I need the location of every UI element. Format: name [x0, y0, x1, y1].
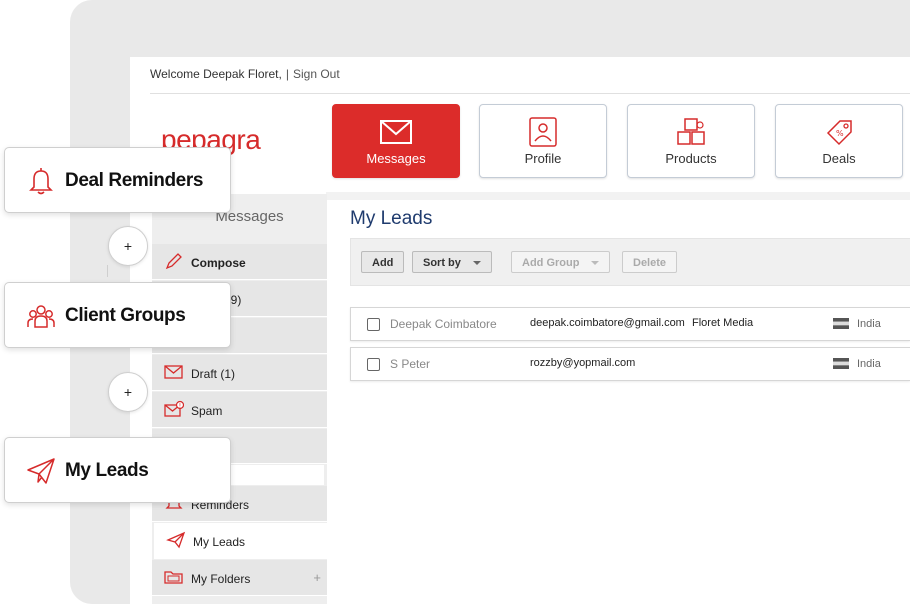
pencil-icon [165, 253, 182, 270]
callout-deal-reminders[interactable]: Deal Reminders [4, 147, 231, 213]
lead-name[interactable]: S Peter [390, 357, 430, 371]
sidebar-item-draft[interactable]: Draft (1) [152, 355, 327, 391]
sort-by-label: Sort by [423, 257, 461, 269]
add-folder-button[interactable]: + [313, 570, 321, 585]
add-group-label: Add Group [522, 257, 580, 269]
india-flag-icon [833, 358, 849, 369]
lead-country: India [857, 358, 881, 370]
sidebar-item-label: My Leads [193, 535, 246, 549]
paper-plane-icon [166, 531, 186, 549]
callout-label: Deal Reminders [65, 170, 204, 191]
svg-text:!: ! [179, 403, 181, 410]
tag-icon: % [826, 120, 852, 146]
sidebar-item-spam[interactable]: ! Spam [152, 392, 327, 428]
tab-messages-label: Messages [366, 151, 426, 166]
lead-email: rozzby@yopmail.com [530, 357, 636, 369]
nav-strip [326, 192, 910, 200]
bell-icon [29, 168, 53, 195]
sidebar: Messages Compose 29) Draft (1) ! Spam Re… [152, 194, 327, 604]
sidebar-item-label: Compose [191, 256, 246, 270]
sidebar-item-my-leads[interactable]: My Leads [154, 523, 327, 559]
sidebar-item-label: Spam [191, 404, 223, 418]
tab-products-label: Products [665, 151, 717, 166]
plus-button[interactable]: + [108, 226, 148, 266]
sidebar-item-compose[interactable]: Compose [152, 244, 327, 280]
profile-icon [529, 117, 557, 147]
sidebar-item-label: Draft (1) [191, 367, 236, 381]
india-flag-icon [833, 318, 849, 329]
callout-label: Client Groups [65, 305, 186, 326]
add-group-button[interactable]: Add Group [511, 251, 611, 273]
sidebar-item-my-folders[interactable]: My Folders + [152, 560, 327, 596]
boxes-icon [677, 118, 705, 145]
row-checkbox[interactable] [367, 318, 380, 331]
sign-out-link[interactable]: Sign Out [293, 67, 340, 81]
paper-plane-icon [27, 458, 55, 484]
callout-label: My Leads [65, 460, 149, 481]
sort-by-button[interactable]: Sort by [412, 251, 492, 273]
tab-deals-label: Deals [822, 151, 856, 166]
welcome-text: Welcome Deepak Floret, [150, 67, 282, 81]
plus-button[interactable]: + [108, 372, 148, 412]
add-button[interactable]: Add [361, 251, 405, 273]
lead-email: deepak.coimbatore@gmail.com [530, 317, 685, 329]
chevron-down-icon [591, 261, 600, 266]
envelope-icon [380, 120, 412, 144]
sidebar-item-label: My Folders [191, 572, 251, 586]
table-row[interactable]: S Peter rozzby@yopmail.com India [350, 347, 910, 381]
top-bar: Welcome Deepak Floret, | Sign Out [150, 67, 340, 81]
lead-country: India [857, 318, 881, 330]
table-row[interactable]: Deepak Coimbatore deepak.coimbatore@gmai… [350, 307, 910, 341]
tab-profile-label: Profile [524, 151, 562, 166]
lead-name[interactable]: Deepak Coimbatore [390, 317, 497, 331]
callout-my-leads[interactable]: My Leads [4, 437, 231, 503]
svg-text:%: % [836, 129, 844, 138]
toolbar: Add Sort by Add Group Delete [350, 238, 910, 286]
folder-icon [164, 571, 183, 584]
header-divider [150, 93, 910, 94]
tab-messages[interactable]: Messages [332, 104, 460, 178]
group-icon [27, 305, 55, 328]
page-title: My Leads [350, 208, 433, 229]
tab-products[interactable]: Products [627, 104, 755, 178]
row-checkbox[interactable] [367, 358, 380, 371]
callout-client-groups[interactable]: Client Groups [4, 282, 231, 348]
connector-line [107, 265, 108, 277]
tab-deals[interactable]: % Deals [775, 104, 903, 178]
tab-profile[interactable]: Profile [479, 104, 607, 178]
spam-mail-icon: ! [164, 400, 184, 417]
app-window: Welcome Deepak Floret, | Sign Out pepagra … [130, 57, 910, 604]
delete-button[interactable]: Delete [622, 251, 678, 273]
chevron-down-icon [472, 261, 481, 266]
draft-mail-icon [164, 365, 183, 379]
lead-company: Floret Media [692, 317, 754, 329]
